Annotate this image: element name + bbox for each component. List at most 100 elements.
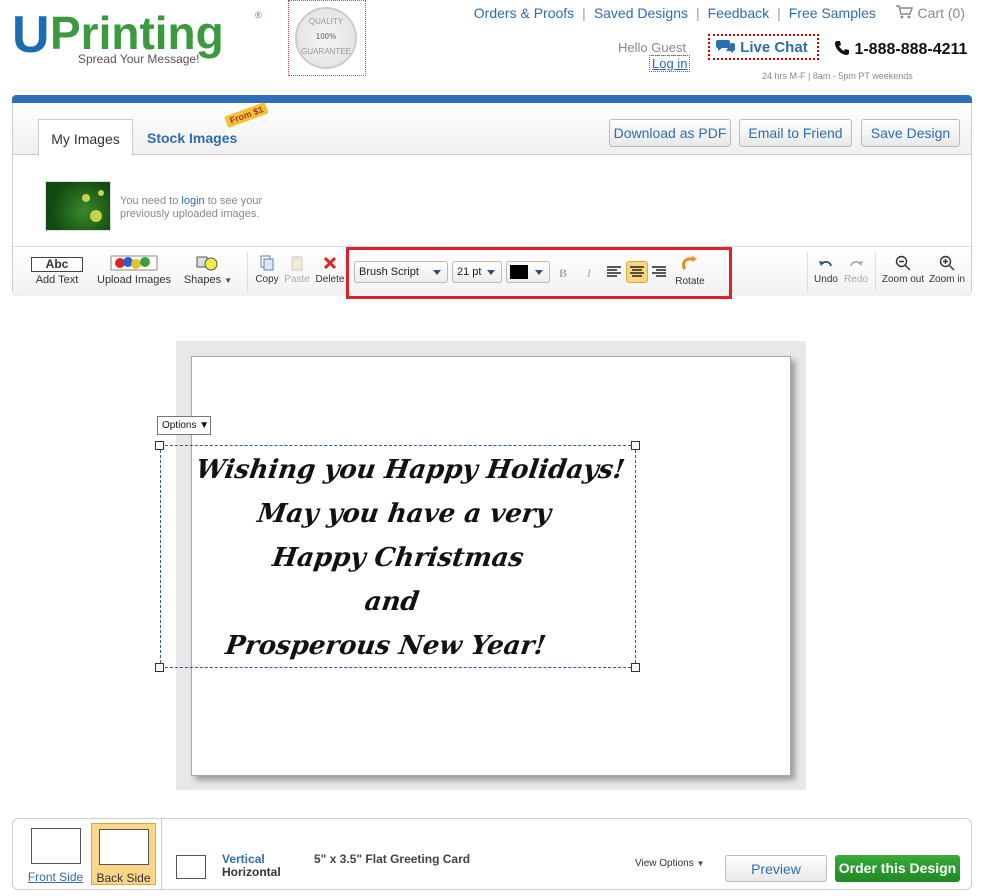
top-nav: Orders & Proofs | Saved Designs | Feedback | F… [473,5,965,21]
horizontal-option[interactable]: Horizontal [222,865,281,879]
live-chat-label: Live Chat [740,39,808,56]
login-msg-line2: previously uploaded images. [120,208,260,220]
delete-x-icon [323,256,337,270]
header-divider [12,95,972,103]
ornament-icon [82,194,90,202]
zoom-out-label: Zoom out [881,274,925,285]
add-text-label: Add Text [35,274,79,286]
undo-button[interactable]: Undo [813,255,839,285]
zoom-out-icon [895,255,911,271]
copy-icon [260,255,274,271]
logo-tagline: Spread Your Message! [78,52,200,66]
greeting: Hello Guest [618,40,686,56]
live-chat-button[interactable]: Live Chat [708,34,819,60]
from-price-badge: From $1 [224,102,269,128]
chevron-down-icon: ▼ [696,859,705,868]
undo-icon [819,261,832,267]
free-samples-link[interactable]: Free Samples [789,5,876,21]
login-message: You need to login to see your previously… [120,195,262,221]
paste-label: Paste [284,274,310,285]
cart-icon [895,5,913,19]
guest-name: Guest [651,40,686,56]
logo-registered: ® [255,10,262,20]
orientation-icon [176,855,206,879]
verse-line: Happy Christmas [270,543,526,573]
undo-label: Undo [814,274,838,285]
login-msg-pre: You need to [120,195,182,207]
phone-label: 1-888-888-4211 [854,41,968,58]
copy-label: Copy [255,274,279,285]
bottom-bar: Front Side Back Side Vertical Horizontal… [12,818,972,890]
tab-stock-images[interactable]: Stock Images [147,130,237,146]
delete-label: Delete [315,274,345,285]
zoom-in-icon [939,255,955,271]
upload-images-button[interactable]: Upload Images [95,255,173,286]
login-link[interactable]: Log in [649,55,691,72]
vertical-option[interactable]: Vertical [222,852,265,866]
back-side-thumbnail [98,829,149,865]
ornament-icon [90,210,102,222]
login-msg-post: to see your [204,195,263,207]
view-options-label: View Options [635,858,694,869]
resize-handle[interactable] [155,441,164,450]
add-text-button[interactable]: Abc Add Text [31,257,83,286]
shapes-caret-icon: ▼ [224,276,233,285]
phone-icon [835,41,849,55]
orders-proofs-link[interactable]: Orders & Proofs [474,5,574,21]
uprinting-logo[interactable]: U Printing ® Spread Your Message! [12,6,272,68]
quality-guarantee-seal: QUALITY 100% GUARANTEE [288,0,366,76]
login-msg-link[interactable]: login [181,195,204,207]
tab-my-images[interactable]: My Images [38,119,133,156]
guarantee-seal-icon: QUALITY 100% GUARANTEE [295,7,357,69]
phone-number: 1-888-888-4211 [834,40,967,59]
redo-label: Redo [844,274,868,285]
seal-line-1: QUALITY [308,17,344,26]
save-design-button[interactable]: Save Design [861,119,960,147]
verse-line: Wishing you Happy Holidays! [194,455,627,485]
feedback-link[interactable]: Feedback [708,5,769,21]
image-thumbnail[interactable] [45,181,111,231]
text-format-highlight [346,247,732,299]
seal-line-2: 100% [315,32,337,41]
email-friend-button[interactable]: Email to Friend [739,119,852,147]
tab-strip: My Images Stock Images From $1 Download … [13,102,971,156]
cart-label: Cart (0) [917,5,965,21]
shapes-label: Shapes [183,274,222,286]
order-design-button[interactable]: Order this Design [835,855,960,882]
saved-designs-link[interactable]: Saved Designs [594,5,688,21]
abc-icon: Abc [31,257,83,272]
download-pdf-button[interactable]: Download as PDF [609,119,731,147]
preview-button[interactable]: Preview [725,855,827,882]
options-dropdown[interactable]: Options ▼ [157,416,211,435]
resize-handle[interactable] [631,663,640,672]
hello-label: Hello [618,40,648,55]
product-name: 5" x 3.5" Flat Greeting Card [314,852,471,866]
zoom-in-button[interactable]: Zoom in [927,255,967,285]
delete-button[interactable]: Delete [315,255,345,285]
zoom-out-button[interactable]: Zoom out [881,255,925,285]
cart-link[interactable]: Cart (0) [895,5,965,21]
support-hours: 24 hrs M-F | 8am - 5pm PT weekends [762,71,913,81]
copy-button[interactable]: Copy [255,255,279,285]
front-side-tab[interactable]: Front Side [23,823,88,885]
front-side-thumbnail [30,828,81,864]
redo-icon [850,261,863,267]
logo-u: U [12,6,50,64]
greeting-text-block[interactable]: Wishing you Happy Holidays! May you have… [145,448,652,668]
paste-button[interactable]: Paste [284,255,310,285]
shapes-button[interactable]: Shapes ▼ [181,255,235,286]
redo-button[interactable]: Redo [843,255,869,285]
view-options-dropdown[interactable]: View Options ▼ [635,858,704,869]
verse-line: Prosperous New Year! [223,631,548,661]
back-side-tab[interactable]: Back Side [91,823,156,885]
verse-line: and [362,587,421,617]
seal-line-3: GUARANTEE [301,47,351,56]
verse-line: May you have a very [255,499,553,529]
shapes-icon [196,256,218,271]
front-side-label: Front Side [27,870,84,884]
chat-bubble-icon [716,40,735,53]
ornament-icon [98,190,104,196]
upload-image-icon [110,255,158,271]
paste-icon [291,256,303,271]
zoom-in-label: Zoom in [928,274,966,285]
